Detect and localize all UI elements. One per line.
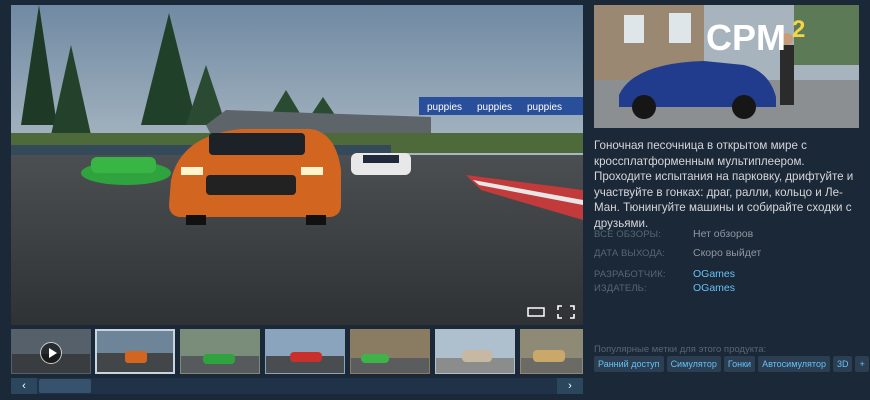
thumbnail-3[interactable] bbox=[180, 329, 260, 374]
tag-3d[interactable]: 3D bbox=[832, 356, 853, 372]
banner-text-1: puppies bbox=[427, 102, 462, 113]
reviews-label: ВСЕ ОБЗОРЫ: bbox=[594, 229, 661, 240]
developer-link[interactable]: OGames bbox=[693, 268, 735, 280]
play-icon bbox=[40, 342, 62, 364]
banner-text-3: puppies bbox=[527, 102, 562, 113]
capsule-logo-text: CPM bbox=[706, 17, 786, 58]
widescreen-icon[interactable] bbox=[527, 305, 545, 319]
scrollbar-handle[interactable] bbox=[39, 379, 91, 393]
capsule-art: CPM 2 bbox=[594, 5, 859, 128]
tag-more-button[interactable]: + bbox=[855, 356, 869, 372]
tags-label: Популярные метки для этого продукта: bbox=[594, 344, 767, 355]
capsule-logo-number: 2 bbox=[792, 16, 805, 43]
developer-label: РАЗРАБОТЧИК: bbox=[594, 269, 666, 280]
release-date-value: Скоро выйдет bbox=[693, 247, 762, 259]
tag-simulator[interactable]: Симулятор bbox=[666, 356, 721, 372]
tag-early-access[interactable]: Ранний доступ bbox=[594, 356, 664, 372]
scroll-right-button[interactable]: › bbox=[557, 378, 583, 394]
fullscreen-icon[interactable] bbox=[557, 305, 575, 319]
tag-racing[interactable]: Гонки bbox=[723, 356, 756, 372]
tags-list: Ранний доступ Симулятор Гонки Автосимуля… bbox=[594, 356, 869, 372]
publisher-link[interactable]: OGames bbox=[693, 282, 735, 294]
thumbnail-video[interactable] bbox=[11, 329, 91, 374]
header-capsule-image: CPM 2 bbox=[594, 5, 859, 128]
thumbnail-selected[interactable] bbox=[95, 329, 175, 374]
reviews-value: Нет обзоров bbox=[693, 228, 754, 240]
media-controls bbox=[527, 305, 575, 319]
thumbnail-7[interactable] bbox=[520, 329, 583, 374]
tag-auto-simulator[interactable]: Автосимулятор bbox=[758, 356, 830, 372]
race-scene-image: puppies puppies puppies bbox=[11, 5, 583, 325]
thumbnail-scrollbar[interactable]: ‹ › bbox=[11, 378, 583, 394]
banner-text-2: puppies bbox=[477, 102, 512, 113]
publisher-label: ИЗДАТЕЛЬ: bbox=[594, 283, 647, 294]
thumbnail-5[interactable] bbox=[350, 329, 430, 374]
thumbnail-4[interactable] bbox=[265, 329, 345, 374]
game-description: Гоночная песочница в открытом мире с кро… bbox=[594, 139, 854, 230]
thumbnail-strip bbox=[11, 329, 583, 377]
main-screenshot[interactable]: puppies puppies puppies bbox=[11, 5, 583, 325]
scroll-left-button[interactable]: ‹ bbox=[11, 378, 37, 394]
thumbnail-6[interactable] bbox=[435, 329, 515, 374]
store-page: puppies puppies puppies ‹ › CPM 2 Гоночн… bbox=[0, 0, 870, 400]
release-date-label: ДАТА ВЫХОДА: bbox=[594, 248, 666, 259]
